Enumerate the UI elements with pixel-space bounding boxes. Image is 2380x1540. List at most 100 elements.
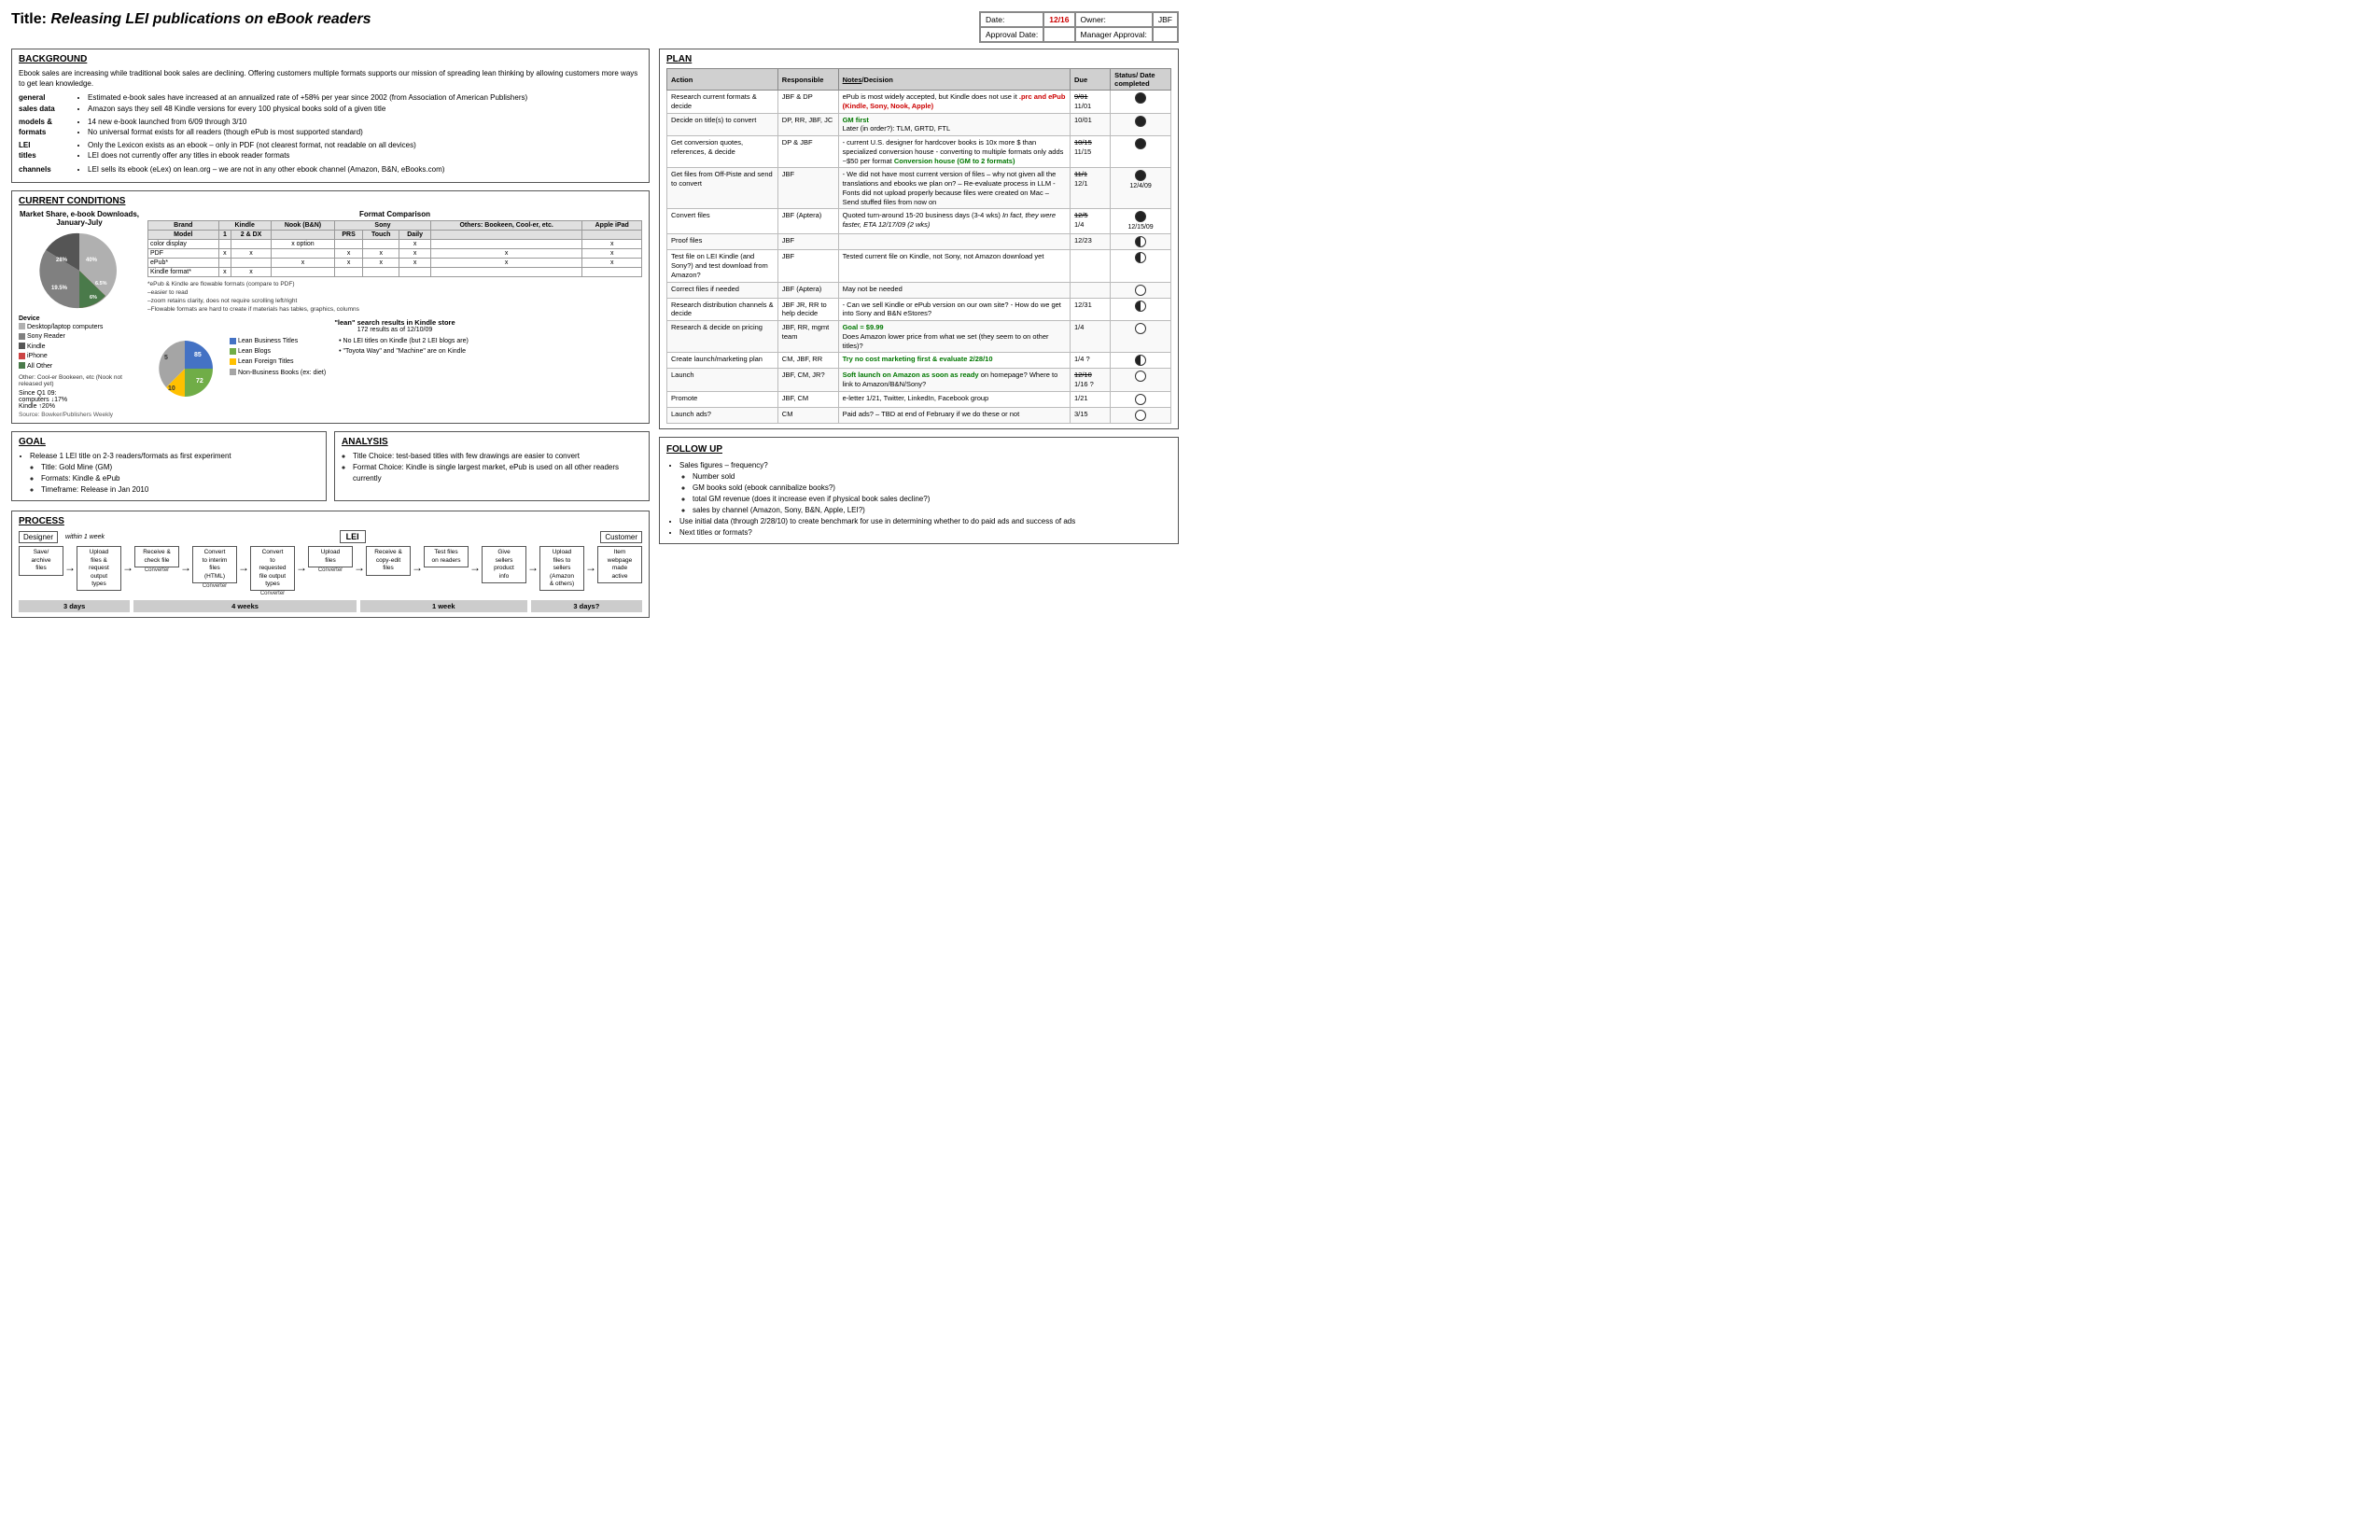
td-c-daily: x (399, 239, 431, 248)
plan-action-1: Research current formats & decide (667, 91, 778, 114)
bg-content-models: 14 new e-book launched from 6/09 through… (77, 117, 642, 137)
td-kf-k2: x (231, 267, 272, 276)
td-kf-prs (335, 267, 363, 276)
th-due: Due (1070, 69, 1110, 91)
step-upload1: Uploadfiles &requestoutputtypes (77, 546, 121, 591)
step-upload-sellers-box: Uploadfiles tosellers(Amazon& others) (539, 546, 584, 591)
pie-chart-svg: 40% 19.5% 28% 6% 6.5% (37, 229, 121, 313)
td-c-oth (430, 239, 582, 248)
td-kf-nook (271, 267, 334, 276)
header-info-block: Date: 12/16 Owner: JBF Approval Date: Ma… (979, 11, 1179, 43)
pie-section: Market Share, e-book Downloads, January-… (19, 210, 140, 419)
arrow-8: → (469, 561, 481, 574)
kindle-bullet-2: • "Toyota Way" and "Machine" are on Kind… (339, 346, 469, 357)
owner-label: Owner: (1075, 12, 1153, 27)
bg-row-lei: LEItitles Only the Lexicon exists as an … (19, 140, 642, 161)
td-p-daily: x (399, 248, 431, 258)
plan-due-13: 1/21 (1070, 391, 1110, 407)
plan-due-10: 1/4 (1070, 321, 1110, 353)
current-conditions-content: Market Share, e-book Downloads, January-… (19, 210, 642, 419)
plan-resp-8: JBF (Aptera) (777, 282, 838, 298)
plan-due-11: 1/4 ? (1070, 353, 1110, 369)
plan-due-8 (1070, 282, 1110, 298)
plan-resp-13: JBF, CM (777, 391, 838, 407)
td-kf-touch (363, 267, 399, 276)
format-table: Format Comparison Brand Kindle Nook (B&N… (147, 210, 642, 419)
follow-up-item-3: Next titles or formats? (679, 527, 1171, 539)
bg-label-sales: generalsales data (19, 92, 71, 113)
step-convert-requested: Converttorequestedfile outputtypes Conve… (250, 546, 295, 596)
process-title: PROCESS (19, 516, 642, 526)
bg-row-models: models &formats 14 new e-book launched f… (19, 117, 642, 137)
format-note: *ePub & Kindle are flowable formats (com… (147, 280, 642, 314)
td-e-k2 (231, 258, 272, 267)
lei-container: LEI (112, 530, 593, 543)
td-p-touch: x (363, 248, 399, 258)
plan-action-4: Get files from Off-Piste and send to con… (667, 168, 778, 209)
td-c-k2 (231, 239, 272, 248)
title-italic: Releasing LEI publications on eBook read… (50, 11, 371, 27)
customer-label: Customer (600, 531, 642, 543)
step-save: Save/archivefiles (19, 546, 63, 575)
duration-4weeks: 4 weeks (133, 600, 357, 612)
plan-row-5: Convert files JBF (Aptera) Quoted turn-a… (667, 209, 1171, 234)
td-e-touch: x (363, 258, 399, 267)
plan-resp-3: DP & JBF (777, 136, 838, 168)
designer-label: Designer (19, 531, 58, 543)
plan-action-9: Research distribution channels & decide (667, 298, 778, 321)
td-c-prs (335, 239, 363, 248)
plan-notes-1: ePub is most widely accepted, but Kindle… (838, 91, 1070, 114)
step-give-sellers: Givesellersproductinfo (482, 546, 526, 583)
td-e-prs: x (335, 258, 363, 267)
step-item-active: Itemwebpagemadeactive (597, 546, 642, 583)
follow-up-sub-1-2: GM books sold (ebook cannibalize books?) (693, 483, 1171, 494)
format-title: Format Comparison (147, 210, 642, 218)
plan-status-8 (1111, 282, 1171, 298)
plan-row-1: Research current formats & decide JBF & … (667, 91, 1171, 114)
owner-value: JBF (1153, 12, 1178, 27)
plan-notes-8: May not be needed (838, 282, 1070, 298)
step-convert-requested-sub: Converter (260, 591, 285, 596)
plan-row-14: Launch ads? CM Paid ads? – TBD at end of… (667, 407, 1171, 423)
process-actors-row: Designer within 1 week LEI Customer (19, 530, 642, 543)
plan-status-9 (1111, 298, 1171, 321)
td-c-k1 (218, 239, 231, 248)
th-kindle: Kindle (218, 220, 271, 230)
plan-row-12: Launch JBF, CM, JR? Soft launch on Amazo… (667, 369, 1171, 392)
td-p-k1: x (218, 248, 231, 258)
plan-due-6: 12/23 (1070, 234, 1110, 250)
plan-row-2: Decide on title(s) to convert DP, RR, JB… (667, 113, 1171, 136)
plan-due-1: 9/0111/01 (1070, 91, 1110, 114)
approval-date-label: Approval Date: (980, 27, 1043, 42)
bg-row-channels: channels LEI sells its ebook (eLex) on l… (19, 164, 642, 175)
plan-status-14 (1111, 407, 1171, 423)
legend-lean-biz: Lean Business Titles (230, 336, 326, 346)
plan-status-2 (1111, 113, 1171, 136)
plan-row-9: Research distribution channels & decide … (667, 298, 1171, 321)
page-wrapper: Title: Releasing LEI publications on eBo… (11, 11, 1179, 618)
arrow-1: → (64, 561, 76, 574)
plan-resp-6: JBF (777, 234, 838, 250)
step-upload-files-sub: Converter (318, 567, 343, 573)
step-receive-check-sub: Converter (145, 567, 169, 573)
th-sony: Sony (335, 220, 431, 230)
td-c-nook: x option (271, 239, 334, 248)
td-p-nook (271, 248, 334, 258)
plan-status-5: 12/15/09 (1111, 209, 1171, 234)
table-row: PDF x x x x x x x (148, 248, 642, 258)
td-kf-oth (430, 267, 582, 276)
svg-text:40%: 40% (86, 258, 98, 263)
plan-table: Action Responsible Notes/Decision Due St… (666, 68, 1171, 424)
follow-up-title: FOLLOW UP (666, 442, 1171, 456)
analysis-list: Title Choice: test-based titles with few… (342, 451, 642, 484)
goal-analysis-row: GOAL Release 1 LEI title on 2-3 readers/… (11, 431, 650, 501)
analysis-item-2: Format Choice: Kindle is single largest … (353, 462, 642, 484)
td-kf-ipad (582, 267, 642, 276)
plan-action-14: Launch ads? (667, 407, 778, 423)
svg-text:5: 5 (164, 355, 168, 361)
plan-action-7: Test file on LEI Kindle (and Sony?) and … (667, 250, 778, 282)
arrow-6: → (354, 561, 365, 574)
td-kindle-fmt: Kindle format* (148, 267, 219, 276)
th-nook-m (271, 230, 334, 239)
td-kf-daily (399, 267, 431, 276)
